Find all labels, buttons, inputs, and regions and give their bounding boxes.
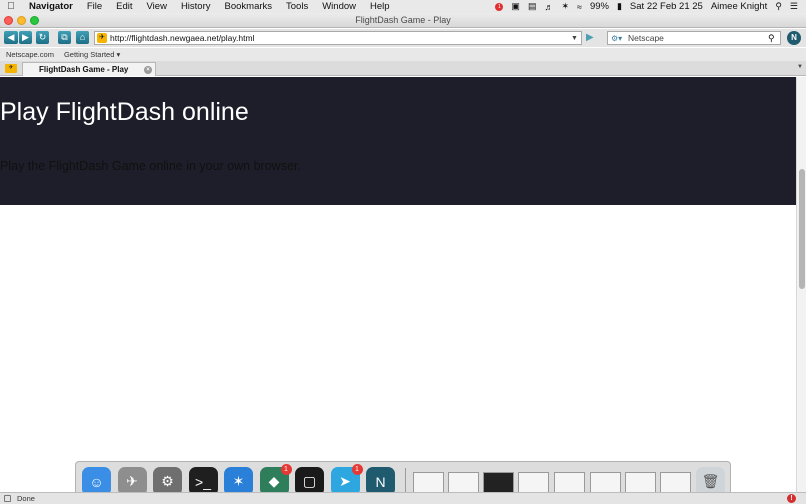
volume-icon[interactable]: ♬ [544, 2, 553, 12]
dock-minimized-window[interactable] [590, 472, 621, 494]
status-text: Done [17, 494, 35, 503]
tab-strip: ✈ FlightDash Game - Play × ▼ [0, 61, 806, 76]
dock-badge: 1 [280, 464, 292, 475]
go-button[interactable]: ▶ [586, 32, 598, 44]
user-name[interactable]: Aimee Knight [711, 1, 768, 12]
apple-menu-icon[interactable]:  [0, 1, 22, 12]
tab-close-icon[interactable]: × [144, 66, 152, 74]
netscape-logo-icon[interactable]: N [787, 31, 801, 45]
dock-minimized-window[interactable] [660, 472, 691, 494]
drive-icon[interactable]: ▤ [528, 1, 537, 12]
window-title: FlightDash Game - Play [355, 15, 451, 25]
status-bar: Done ! [0, 492, 806, 504]
hd-icon[interactable]: ▣ [511, 1, 520, 12]
reload-button[interactable]: ↻ [36, 31, 49, 44]
url-input[interactable]: http://flightdash.newgaea.net/play.html [110, 33, 571, 43]
dock-minimized-window[interactable] [554, 472, 585, 494]
spotlight-search-icon[interactable]: ⚲ [775, 1, 782, 12]
home-button[interactable]: ⌂ [76, 31, 89, 44]
page-content: Play FlightDash online Play the FlightDa… [0, 77, 796, 492]
dock-minimized-window[interactable] [518, 472, 549, 494]
dock-minimized-window[interactable] [483, 472, 514, 494]
bookmark-netscape[interactable]: Netscape.com [6, 50, 54, 59]
menu-help[interactable]: Help [363, 1, 397, 12]
forward-button[interactable]: ▶ [19, 31, 32, 44]
notification-center-icon[interactable]: ☰ [790, 1, 798, 12]
page-header-banner: Play FlightDash online Play the FlightDa… [0, 77, 796, 205]
tab-favicon-icon: ✈ [5, 64, 17, 73]
page-subtitle: Play the FlightDash Game online in your … [0, 159, 301, 173]
bookmark-getting-started[interactable]: Getting Started ▾ [64, 50, 120, 59]
clock[interactable]: Sat 22 Feb 21 25 [630, 1, 703, 12]
tab-flightdash[interactable]: FlightDash Game - Play × [22, 62, 156, 76]
menu-edit[interactable]: Edit [109, 1, 139, 12]
menu-tools[interactable]: Tools [279, 1, 315, 12]
search-input[interactable]: Netscape [628, 33, 768, 43]
search-icon[interactable]: ⚲ [768, 33, 780, 44]
bookmarks-toolbar: Netscape.com Getting Started ▾ [0, 48, 806, 61]
tab-label: FlightDash Game - Play [39, 65, 129, 74]
url-bar[interactable]: ✈ http://flightdash.newgaea.net/play.htm… [94, 31, 582, 45]
bluetooth-icon[interactable]: ✶ [561, 1, 569, 12]
dock-badge: 1 [351, 464, 363, 475]
menu-view[interactable]: View [140, 1, 174, 12]
alert-icon[interactable]: ! [787, 494, 796, 503]
wifi-icon[interactable]: ≈ [577, 2, 582, 12]
dock-minimized-window[interactable] [413, 472, 444, 494]
menu-bookmarks[interactable]: Bookmarks [218, 1, 280, 12]
new-tab-button[interactable]: ⧉ [58, 31, 71, 44]
status-security-icon [4, 495, 11, 502]
site-favicon-icon: ✈ [97, 33, 107, 43]
vertical-scrollbar[interactable] [796, 77, 806, 492]
notification-badge[interactable]: 1 [495, 2, 504, 11]
macos-menu-bar:  Navigator File Edit View History Bookm… [0, 0, 806, 13]
dock-minimized-window[interactable] [448, 472, 479, 494]
app-menu[interactable]: Navigator [22, 1, 80, 12]
battery-percent[interactable]: 99% [590, 1, 609, 12]
back-button[interactable]: ◀ [4, 31, 18, 44]
menu-history[interactable]: History [174, 1, 218, 12]
dock-minimized-window[interactable] [625, 472, 656, 494]
url-history-dropdown-icon[interactable]: ▼ [571, 35, 581, 42]
battery-icon[interactable]: ▮ [617, 1, 622, 12]
tab-list-dropdown-icon[interactable]: ▼ [797, 64, 803, 70]
scrollbar-thumb[interactable] [799, 169, 805, 289]
menu-window[interactable]: Window [315, 1, 363, 12]
navigation-toolbar: ◀ ▶ ↻ ⧉ ⌂ ✈ http://flightdash.newgaea.ne… [0, 29, 806, 47]
search-bar[interactable]: ⚙▾ Netscape ⚲ [607, 31, 781, 45]
menu-file[interactable]: File [80, 1, 109, 12]
search-engine-selector-icon[interactable]: ⚙▾ [608, 34, 628, 43]
page-title: Play FlightDash online [0, 98, 249, 126]
window-title-bar: FlightDash Game - Play [0, 13, 806, 28]
